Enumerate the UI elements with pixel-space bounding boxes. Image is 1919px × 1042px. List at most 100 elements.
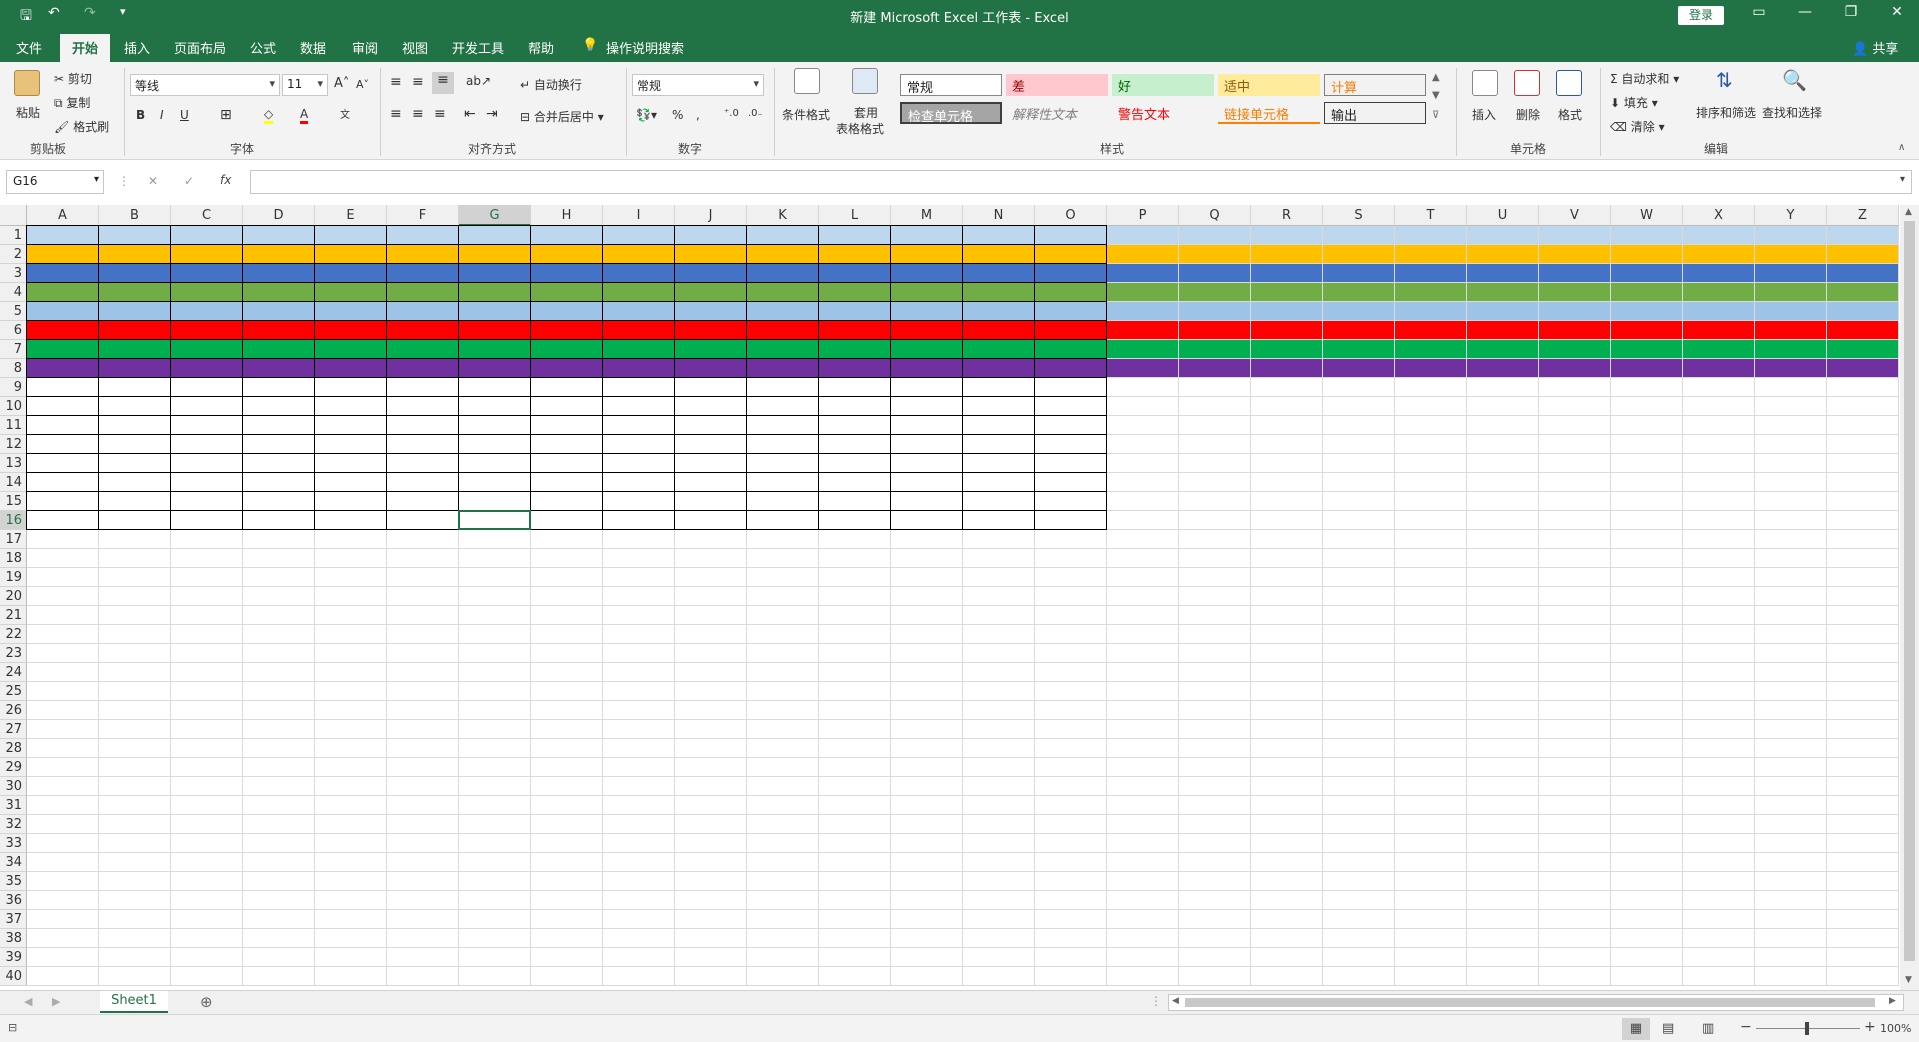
row-header-16[interactable]: 16 [0, 511, 27, 530]
row-header-3[interactable]: 3 [0, 264, 27, 283]
tab-help[interactable]: 帮助 [528, 38, 554, 57]
row-header-30[interactable]: 30 [0, 777, 27, 796]
autosum-button[interactable]: Σ 自动求和 ▾ [1610, 70, 1679, 87]
phonetic-icon[interactable]: 文 [340, 106, 350, 121]
column-header-s[interactable]: S [1323, 205, 1395, 226]
row-header-23[interactable]: 23 [0, 644, 27, 663]
row-header-31[interactable]: 31 [0, 796, 27, 815]
row-header-34[interactable]: 34 [0, 853, 27, 872]
row-header-28[interactable]: 28 [0, 739, 27, 758]
column-header-c[interactable]: C [171, 205, 243, 226]
column-header-i[interactable]: I [603, 205, 675, 226]
row-header-17[interactable]: 17 [0, 530, 27, 549]
style-check-cell[interactable]: 检查单元格 [900, 102, 1002, 125]
row-header-22[interactable]: 22 [0, 625, 27, 644]
zoom-out-icon[interactable]: − [1740, 1019, 1752, 1035]
split-handle-icon[interactable]: ⋮ [1150, 994, 1162, 1008]
tab-data[interactable]: 数据 [300, 38, 326, 57]
column-header-z[interactable]: Z [1827, 205, 1899, 226]
row-header-12[interactable]: 12 [0, 435, 27, 454]
comma-button[interactable]: , [696, 108, 700, 122]
row-header-29[interactable]: 29 [0, 758, 27, 777]
fill-color-icon[interactable]: ◇ [264, 107, 274, 124]
tab-insert[interactable]: 插入 [124, 38, 150, 57]
paste-icon[interactable] [14, 70, 40, 96]
maximize-icon[interactable]: ❐ [1836, 4, 1866, 20]
column-header-d[interactable]: D [243, 205, 315, 226]
column-header-v[interactable]: V [1539, 205, 1611, 226]
horizontal-scrollbar[interactable]: ◀ ▶ [1168, 994, 1904, 1011]
column-header-l[interactable]: L [819, 205, 891, 226]
row-header-1[interactable]: 1 [0, 226, 27, 245]
row-header-35[interactable]: 35 [0, 872, 27, 891]
align-middle-icon[interactable]: ≡ [412, 74, 424, 90]
currency-icon[interactable]: 💱▾ [636, 108, 657, 122]
style-calculation[interactable]: 计算 [1324, 74, 1426, 96]
row-header-39[interactable]: 39 [0, 948, 27, 967]
row-header-38[interactable]: 38 [0, 929, 27, 948]
row-header-7[interactable]: 7 [0, 340, 27, 359]
column-header-h[interactable]: H [531, 205, 603, 226]
tab-view[interactable]: 视图 [402, 38, 428, 57]
row-header-26[interactable]: 26 [0, 701, 27, 720]
formula-input[interactable] [250, 170, 1912, 194]
row-header-40[interactable]: 40 [0, 967, 27, 986]
close-icon[interactable]: ✕ [1882, 4, 1912, 20]
login-button[interactable]: 登录 [1678, 6, 1724, 25]
styles-scroll-up-icon[interactable]: ▲ [1432, 72, 1440, 83]
conditional-format-button[interactable]: 条件格式 [782, 106, 830, 123]
scroll-up-icon[interactable]: ▲ [1905, 207, 1912, 217]
font-color-icon[interactable]: A [300, 107, 309, 124]
scroll-right-icon[interactable]: ▶ [1889, 996, 1896, 1006]
align-right-icon[interactable]: ≡ [434, 106, 446, 122]
style-warning[interactable]: 警告文本 [1112, 102, 1214, 124]
align-bottom-icon[interactable]: ≡ [432, 72, 454, 94]
cancel-icon[interactable]: ✕ [148, 174, 158, 188]
wrap-text-button[interactable]: ↵ 自动换行 [520, 76, 582, 93]
ribbon-display-icon[interactable]: ▭ [1744, 4, 1774, 20]
tab-developer[interactable]: 开发工具 [452, 38, 504, 57]
row-header-11[interactable]: 11 [0, 416, 27, 435]
scroll-left-icon[interactable]: ◀ [1172, 996, 1179, 1006]
row-header-27[interactable]: 27 [0, 720, 27, 739]
expand-formula-icon[interactable]: ▾ [1900, 174, 1905, 185]
column-header-p[interactable]: P [1107, 205, 1179, 226]
italic-button[interactable]: I [160, 108, 164, 122]
merge-center-button[interactable]: ⊟ 合并后居中 ▾ [520, 108, 604, 125]
fill-button[interactable]: ⬇ 填充 ▾ [1610, 94, 1658, 111]
style-explanatory[interactable]: 解释性文本 [1006, 102, 1108, 124]
row-header-2[interactable]: 2 [0, 245, 27, 264]
tab-file[interactable]: 文件 [16, 38, 42, 57]
row-header-36[interactable]: 36 [0, 891, 27, 910]
select-all-corner[interactable] [0, 205, 27, 226]
row-header-13[interactable]: 13 [0, 454, 27, 473]
insert-cells-button[interactable]: 插入 [1472, 106, 1496, 123]
row-header-37[interactable]: 37 [0, 910, 27, 929]
scroll-thumb[interactable] [1904, 221, 1915, 961]
row-header-8[interactable]: 8 [0, 359, 27, 378]
borders-icon[interactable]: ⊞ [220, 107, 232, 123]
share-button[interactable]: 👤 共享 [1852, 38, 1898, 57]
minimize-icon[interactable]: — [1790, 4, 1820, 20]
column-header-y[interactable]: Y [1755, 205, 1827, 226]
scroll-down-icon[interactable]: ▼ [1905, 975, 1912, 985]
enter-icon[interactable]: ✓ [184, 174, 194, 188]
row-header-20[interactable]: 20 [0, 587, 27, 606]
decrease-decimal-icon[interactable]: .0₋ [748, 108, 763, 119]
column-header-a[interactable]: A [27, 205, 99, 226]
column-header-j[interactable]: J [675, 205, 747, 226]
zoom-slider-thumb[interactable] [1805, 1022, 1809, 1035]
insert-function-icon[interactable]: fx [220, 173, 231, 187]
page-layout-view-icon[interactable]: ▤ [1662, 1021, 1674, 1036]
tell-me-search[interactable]: 操作说明搜索 [606, 38, 684, 57]
conditional-format-icon[interactable] [794, 68, 820, 94]
style-normal[interactable]: 常规 [900, 74, 1002, 96]
row-header-19[interactable]: 19 [0, 568, 27, 587]
style-linked-cell[interactable]: 链接单元格 [1218, 102, 1320, 124]
prev-sheet-icon[interactable]: ◀ [24, 995, 32, 1008]
row-header-14[interactable]: 14 [0, 473, 27, 492]
styles-scroll-down-icon[interactable]: ▼ [1432, 90, 1440, 101]
clear-button[interactable]: ⌫ 清除 ▾ [1610, 118, 1665, 135]
align-left-icon[interactable]: ≡ [390, 106, 402, 122]
tab-formulas[interactable]: 公式 [250, 38, 276, 57]
